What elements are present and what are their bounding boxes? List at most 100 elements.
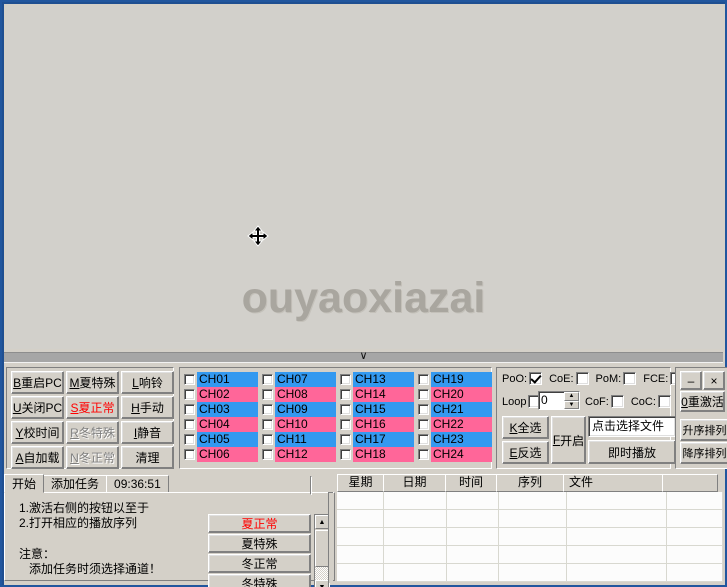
scroll-down-icon[interactable]: ▼: [315, 580, 329, 587]
option-checkbox[interactable]: [610, 395, 624, 408]
tab-2[interactable]: 添加任务: [43, 475, 108, 493]
table-row[interactable]: [337, 528, 723, 546]
option-checkbox[interactable]: [529, 372, 543, 385]
spinner-up-icon[interactable]: ▲: [564, 392, 579, 401]
option-checkbox[interactable]: [657, 395, 671, 408]
loop-count-spinner[interactable]: 0 ▲ ▼: [538, 391, 580, 410]
channel-row[interactable]: CH13: [340, 372, 414, 387]
scroll-up-icon[interactable]: ▲: [315, 515, 329, 529]
table-column-header-5[interactable]: 文件: [563, 474, 663, 492]
channel-row[interactable]: CH07: [262, 372, 336, 387]
option-pom[interactable]: PoM:: [596, 372, 637, 385]
action-button-4[interactable]: U 关闭PC: [11, 396, 64, 419]
reactivate-button[interactable]: 0 重激活: [680, 391, 725, 412]
channel-row[interactable]: CH03: [184, 402, 258, 417]
tab-3[interactable]: 09:36:51: [106, 475, 169, 493]
loop-count-value[interactable]: 0: [539, 392, 564, 409]
channel-checkbox-CH01[interactable]: [184, 374, 195, 385]
table-select-all-checkbox-wrap[interactable]: [310, 476, 324, 495]
channel-checkbox-CH15[interactable]: [340, 404, 351, 415]
action-button-7[interactable]: Y 校时间: [11, 421, 64, 444]
invert-select-button[interactable]: E 反选: [502, 441, 549, 464]
channel-checkbox-CH22[interactable]: [418, 419, 429, 430]
channel-checkbox-CH09[interactable]: [262, 404, 273, 415]
table-select-all-checkbox[interactable]: [310, 476, 312, 495]
scrollbar-thumb[interactable]: [315, 530, 329, 567]
channel-row[interactable]: CH23: [418, 432, 492, 447]
splitter-bar[interactable]: ∨: [4, 350, 723, 363]
channel-row[interactable]: CH20: [418, 387, 492, 402]
channel-checkbox-CH17[interactable]: [340, 434, 351, 445]
table-row[interactable]: [337, 564, 723, 582]
channel-row[interactable]: CH21: [418, 402, 492, 417]
table-column-header-4[interactable]: 序列: [496, 474, 564, 492]
action-button-2[interactable]: M 夏特殊: [66, 371, 119, 394]
action-button-3[interactable]: L 响铃: [121, 371, 174, 394]
channel-checkbox-CH18[interactable]: [340, 449, 351, 460]
preview-pane[interactable]: ouyaoxiazai: [6, 6, 721, 349]
option-coc[interactable]: CoC:: [631, 395, 671, 408]
option-coe[interactable]: CoE:: [549, 372, 589, 385]
channel-checkbox-CH05[interactable]: [184, 434, 195, 445]
channel-row[interactable]: CH01: [184, 372, 258, 387]
channel-checkbox-CH21[interactable]: [418, 404, 429, 415]
option-cof[interactable]: CoF:: [585, 395, 624, 408]
option-checkbox[interactable]: [623, 372, 637, 385]
channel-row[interactable]: CH18: [340, 447, 414, 462]
select-all-button[interactable]: K 全选: [502, 416, 549, 439]
table-column-header-6[interactable]: [662, 474, 718, 492]
channel-row[interactable]: CH19: [418, 372, 492, 387]
table-row[interactable]: [337, 492, 723, 510]
channel-row[interactable]: CH10: [262, 417, 336, 432]
sort-descending-button[interactable]: 降序排列: [680, 442, 727, 464]
sequence-button-4[interactable]: 冬特殊: [208, 574, 311, 587]
channel-checkbox-CH07[interactable]: [262, 374, 273, 385]
channel-row[interactable]: CH17: [340, 432, 414, 447]
channel-checkbox-CH12[interactable]: [262, 449, 273, 460]
channel-row[interactable]: CH12: [262, 447, 336, 462]
minimize-button[interactable]: –: [680, 371, 702, 390]
table-row[interactable]: [337, 546, 723, 564]
action-button-10[interactable]: A 自加载: [11, 446, 64, 469]
table-row[interactable]: [337, 510, 723, 528]
channel-checkbox-CH11[interactable]: [262, 434, 273, 445]
channel-row[interactable]: CH11: [262, 432, 336, 447]
play-now-button[interactable]: 即时播放: [588, 440, 676, 464]
channel-row[interactable]: CH05: [184, 432, 258, 447]
channel-row[interactable]: CH15: [340, 402, 414, 417]
table-column-header-2[interactable]: 日期: [383, 474, 446, 492]
action-button-12[interactable]: 清理: [121, 446, 174, 469]
channel-row[interactable]: CH14: [340, 387, 414, 402]
open-button[interactable]: F 开启: [551, 416, 586, 464]
channel-checkbox-CH02[interactable]: [184, 389, 195, 400]
table-column-header-1[interactable]: 星期: [337, 474, 384, 492]
sequence-button-2[interactable]: 夏特殊: [208, 534, 311, 553]
channel-checkbox-CH08[interactable]: [262, 389, 273, 400]
option-poo[interactable]: PoO:: [502, 372, 543, 385]
channel-row[interactable]: CH02: [184, 387, 258, 402]
spinner-down-icon[interactable]: ▼: [564, 400, 579, 409]
channel-row[interactable]: CH16: [340, 417, 414, 432]
loop-option[interactable]: Loop: [502, 395, 542, 408]
loop-checkbox-group[interactable]: Loop: [502, 395, 542, 408]
action-button-9[interactable]: I 静音: [121, 421, 174, 444]
sequence-button-3[interactable]: 冬正常: [208, 554, 311, 573]
channel-checkbox-CH23[interactable]: [418, 434, 429, 445]
channel-checkbox-CH03[interactable]: [184, 404, 195, 415]
channel-row[interactable]: CH22: [418, 417, 492, 432]
close-button[interactable]: ×: [703, 371, 725, 390]
channel-row[interactable]: CH06: [184, 447, 258, 462]
scrollbar-track[interactable]: [315, 567, 329, 580]
channel-checkbox-CH20[interactable]: [418, 389, 429, 400]
channel-checkbox-CH14[interactable]: [340, 389, 351, 400]
channel-checkbox-CH16[interactable]: [340, 419, 351, 430]
channel-checkbox-CH24[interactable]: [418, 449, 429, 460]
action-button-1[interactable]: B 重启PC: [11, 371, 64, 394]
channel-checkbox-CH19[interactable]: [418, 374, 429, 385]
table-column-header-3[interactable]: 时间: [445, 474, 497, 492]
option-checkbox[interactable]: [575, 372, 589, 385]
tab-1[interactable]: 开始: [4, 474, 45, 493]
channel-row[interactable]: CH09: [262, 402, 336, 417]
channel-row[interactable]: CH24: [418, 447, 492, 462]
channel-row[interactable]: CH08: [262, 387, 336, 402]
